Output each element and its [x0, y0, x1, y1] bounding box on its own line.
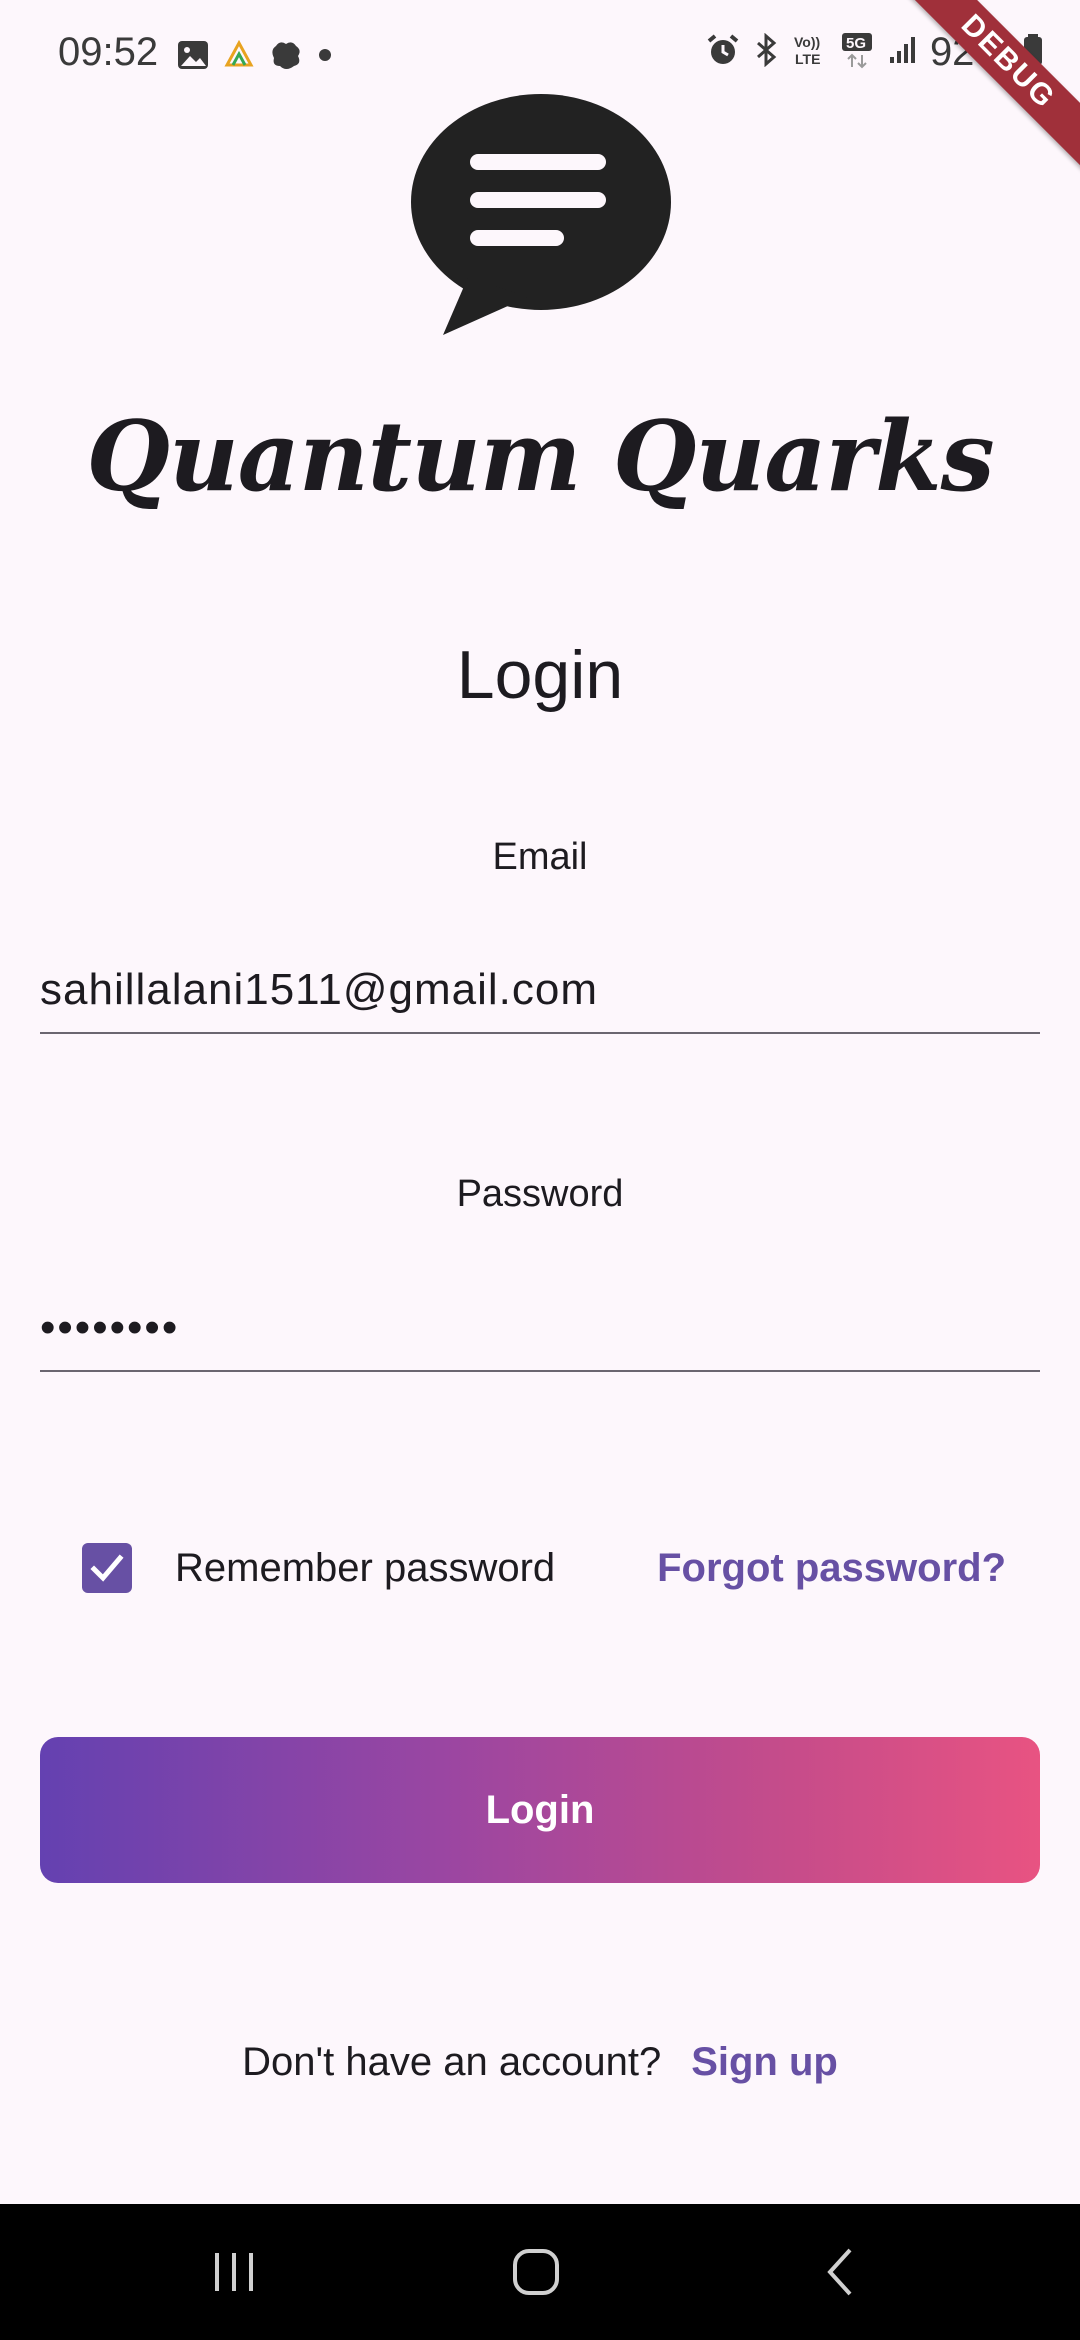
password-label: Password [456, 1173, 624, 1215]
svg-text:5G: 5G [846, 35, 866, 52]
chat-bubble-icon [408, 92, 674, 340]
status-time: 09:52 [58, 30, 159, 74]
svg-text:LTE: LTE [795, 51, 820, 67]
svg-text:Vo)): Vo)) [794, 34, 820, 50]
settings-blob-icon [268, 38, 304, 77]
app-title: Quantum Quarks [86, 400, 994, 513]
forgot-password-link[interactable]: Forgot password? [657, 1546, 1006, 1591]
back-icon[interactable] [740, 2204, 940, 2340]
signup-link[interactable]: Sign up [691, 2040, 838, 2084]
email-label: Email [492, 836, 588, 878]
login-button[interactable]: Login [40, 1737, 1040, 1883]
notification-icons [176, 38, 332, 77]
home-icon[interactable] [436, 2204, 636, 2340]
bluetooth-icon [752, 32, 780, 72]
signal-icon [888, 35, 918, 70]
page-title: Login [456, 637, 624, 713]
alarm-icon [706, 33, 740, 72]
check-icon [90, 1554, 124, 1582]
password-field[interactable] [40, 1286, 1040, 1372]
email-field[interactable] [40, 948, 1040, 1034]
drive-icon [224, 39, 254, 75]
volte-icon: Vo)) LTE [792, 32, 828, 73]
image-icon [176, 38, 210, 77]
dot-icon [318, 48, 332, 67]
login-screen: 09:52 Vo)) LTE 5G DEBUG Quantum Quarks L… [0, 0, 1080, 2340]
signup-row: Don't have an account? Sign up [0, 2040, 1080, 2085]
remember-row: Remember password Forgot password? [0, 1540, 1080, 1600]
debug-banner: DEBUG [900, 0, 1080, 170]
navigation-bar [0, 2204, 1080, 2340]
signup-prompt: Don't have an account? [242, 2040, 662, 2084]
remember-label[interactable]: Remember password [175, 1546, 555, 1591]
recent-apps-icon[interactable] [134, 2204, 334, 2340]
remember-checkbox[interactable] [82, 1543, 132, 1593]
5g-icon: 5G [840, 31, 876, 74]
